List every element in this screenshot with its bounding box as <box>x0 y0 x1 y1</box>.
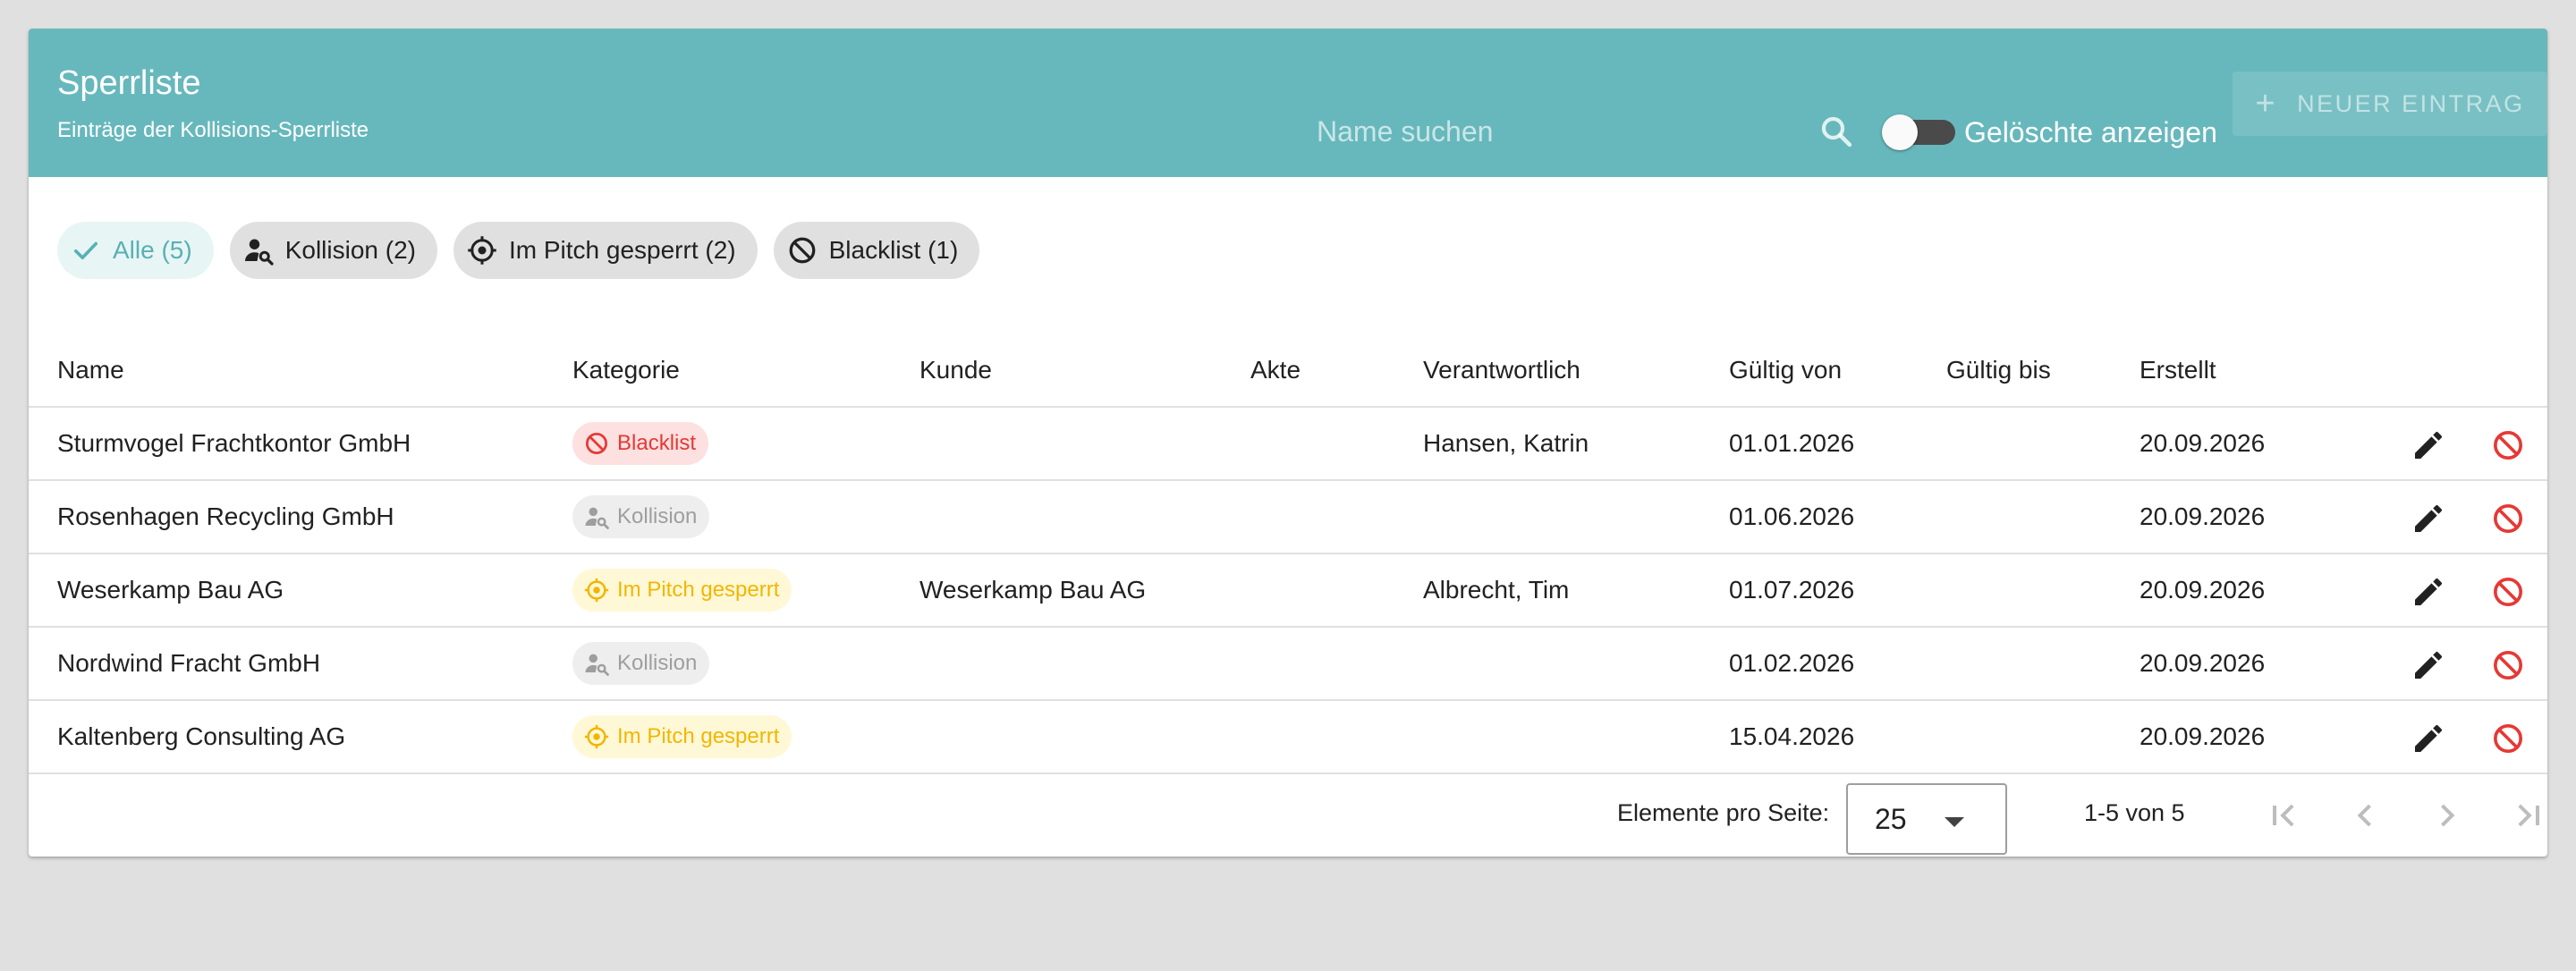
column-header-gueltig-bis[interactable]: Gültig bis <box>1946 356 2051 384</box>
table-row[interactable]: Sturmvogel Frachtkontor GmbH Blacklist H… <box>29 408 2547 481</box>
previous-page-icon[interactable] <box>2345 796 2385 835</box>
per-page-select[interactable]: 25 <box>1846 783 2007 855</box>
new-entry-label: NEUER EINTRAG <box>2297 89 2525 117</box>
cell-name: Nordwind Fracht GmbH <box>57 649 321 677</box>
person-search-icon <box>244 239 274 266</box>
category-badge-kollision: Kollision <box>572 495 710 538</box>
block-entry-icon[interactable] <box>2490 574 2526 610</box>
block-entry-icon[interactable] <box>2490 721 2526 756</box>
check-icon <box>73 241 98 260</box>
next-page-icon[interactable] <box>2428 796 2467 835</box>
per-page-label: Elemente pro Seite: <box>1617 799 1830 826</box>
table-row[interactable]: Kaltenberg Consulting AG Im Pitch gesper… <box>29 701 2547 774</box>
cell-gueltig-von: 01.06.2026 <box>1729 502 1855 530</box>
block-icon <box>586 433 607 454</box>
last-page-icon[interactable] <box>2508 796 2547 835</box>
page-title: Sperrliste <box>57 64 201 102</box>
cell-erstellt: 20.09.2026 <box>2140 429 2266 457</box>
filter-chip-alle[interactable]: Alle (5) <box>57 222 214 279</box>
header-toolbar: Sperrliste Einträge der Kollisions-Sperr… <box>29 29 2547 177</box>
edit-icon[interactable] <box>2411 647 2446 683</box>
column-header-kunde[interactable]: Kunde <box>919 356 992 384</box>
edit-icon[interactable] <box>2411 427 2446 463</box>
first-page-icon[interactable] <box>2265 796 2304 835</box>
block-entry-icon[interactable] <box>2490 427 2526 463</box>
column-header-erstellt[interactable]: Erstellt <box>2140 356 2216 384</box>
search-icon[interactable] <box>1818 113 1855 150</box>
cell-gueltig-von: 15.04.2026 <box>1729 722 1855 750</box>
category-badge-blacklist: Blacklist <box>572 422 709 465</box>
table-row[interactable]: Rosenhagen Recycling GmbH Kollision 01.0… <box>29 481 2547 554</box>
block-icon <box>789 237 816 264</box>
filter-chip-label: Alle (5) <box>113 236 192 264</box>
column-header-kategorie[interactable]: Kategorie <box>572 356 680 384</box>
cell-erstellt: 20.09.2026 <box>2140 722 2266 750</box>
page-subtitle: Einträge der Kollisions-Sperrliste <box>57 118 369 142</box>
category-badge-kollision: Kollision <box>572 642 710 685</box>
cell-kunde: Weserkamp Bau AG <box>919 576 1147 604</box>
show-deleted-label: Gelöschte anzeigen <box>1964 116 2217 148</box>
column-header-akte[interactable]: Akte <box>1250 356 1301 384</box>
category-label: Im Pitch gesperrt <box>617 578 780 602</box>
cell-name: Sturmvogel Frachtkontor GmbH <box>57 429 411 457</box>
column-header-gueltig-von[interactable]: Gültig von <box>1729 356 1842 384</box>
table-header: Name Kategorie Kunde Akte Verantwortlich… <box>29 334 2547 408</box>
category-badge-im-pitch-gesperrt: Im Pitch gesperrt <box>572 569 792 612</box>
block-entry-icon[interactable] <box>2490 647 2526 683</box>
crosshair-icon <box>584 724 609 749</box>
plus-icon: + <box>2255 84 2278 122</box>
sperrliste-table: Name Kategorie Kunde Akte Verantwortlich… <box>29 334 2547 774</box>
category-label: Im Pitch gesperrt <box>617 724 780 748</box>
block-entry-icon[interactable] <box>2490 501 2526 536</box>
per-page-value: 25 <box>1875 802 1907 835</box>
filter-chip-im-pitch-gesperrt[interactable]: Im Pitch gesperrt (2) <box>453 222 758 279</box>
filter-chips: Alle (5) Kollision (2) Im Pitch gesperrt… <box>57 222 980 279</box>
person-search-icon <box>585 507 609 529</box>
person-search-icon <box>585 654 609 676</box>
edit-icon[interactable] <box>2411 501 2446 536</box>
new-entry-button[interactable]: + NEUER EINTRAG <box>2233 72 2547 136</box>
category-label: Kollision <box>617 504 698 528</box>
edit-icon[interactable] <box>2411 721 2446 756</box>
cell-gueltig-von: 01.01.2026 <box>1729 429 1855 457</box>
show-deleted-toggle[interactable] <box>1882 114 1957 150</box>
filter-chip-label: Blacklist (1) <box>828 236 959 264</box>
table-row[interactable]: Weserkamp Bau AG Im Pitch gesperrt Weser… <box>29 554 2547 628</box>
filter-chip-label: Kollision (2) <box>284 236 416 264</box>
filter-chip-blacklist[interactable]: Blacklist (1) <box>773 222 980 279</box>
cell-gueltig-von: 01.07.2026 <box>1729 576 1855 604</box>
toggle-thumb <box>1882 114 1918 150</box>
edit-icon[interactable] <box>2411 574 2446 610</box>
cell-name: Kaltenberg Consulting AG <box>57 722 346 750</box>
cell-gueltig-von: 01.02.2026 <box>1729 649 1855 677</box>
search-input[interactable] <box>1317 100 1800 163</box>
cell-name: Rosenhagen Recycling GmbH <box>57 502 394 530</box>
sperrliste-card: Sperrliste Einträge der Kollisions-Sperr… <box>29 29 2547 857</box>
cell-erstellt: 20.09.2026 <box>2140 502 2266 530</box>
table-row[interactable]: Nordwind Fracht GmbH Kollision 01.02.202… <box>29 628 2547 701</box>
paginator: Elemente pro Seite: 25 1-5 von 5 <box>29 773 2547 857</box>
crosshair-icon <box>584 578 609 603</box>
filter-chip-label: Im Pitch gesperrt (2) <box>508 236 736 264</box>
cell-verantwortlich: Albrecht, Tim <box>1423 576 1570 604</box>
page-range-label: 1-5 von 5 <box>2084 799 2185 826</box>
caret-down-icon <box>1945 817 1964 827</box>
category-label: Kollision <box>617 651 698 675</box>
column-header-verantwortlich[interactable]: Verantwortlich <box>1423 356 1580 384</box>
filter-chip-kollision[interactable]: Kollision (2) <box>229 222 437 279</box>
category-label: Blacklist <box>617 431 697 455</box>
cell-name: Weserkamp Bau AG <box>57 576 284 604</box>
cell-erstellt: 20.09.2026 <box>2140 649 2266 677</box>
cell-verantwortlich: Hansen, Katrin <box>1423 429 1589 457</box>
cell-erstellt: 20.09.2026 <box>2140 576 2266 604</box>
crosshair-icon <box>468 236 496 265</box>
column-header-name[interactable]: Name <box>57 356 124 384</box>
category-badge-im-pitch-gesperrt: Im Pitch gesperrt <box>572 715 792 758</box>
